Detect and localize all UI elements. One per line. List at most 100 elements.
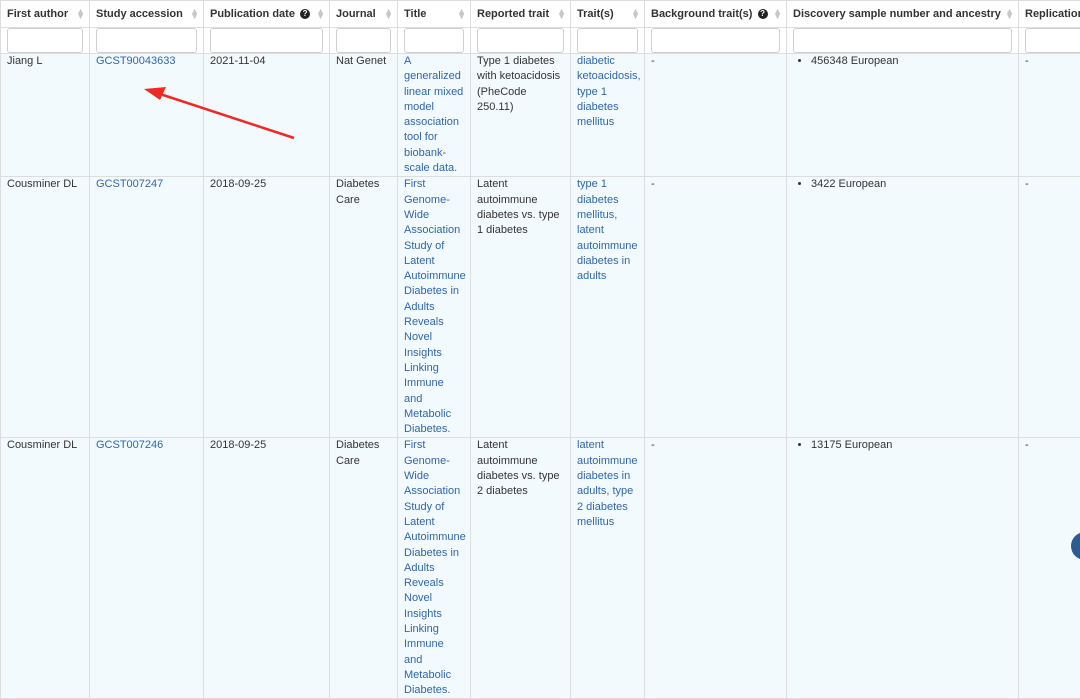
question-circle-icon[interactable]: ? xyxy=(758,9,768,19)
trait-link[interactable]: diabetic ketoacidosis, type 1 diabetes m… xyxy=(577,55,641,128)
traits-cell: type 1 diabetes mellitus, latent autoimm… xyxy=(571,177,645,438)
column-header-label: First author xyxy=(7,8,68,20)
sort-icon[interactable]: ▲▼ xyxy=(190,9,199,19)
title-cell: First Genome-Wide Association Study of L… xyxy=(398,177,471,438)
filter-cell xyxy=(1,28,90,54)
reported-trait-cell: Latent autoimmune diabetes vs. type 2 di… xyxy=(471,438,571,699)
background-traits-cell: - xyxy=(645,177,787,438)
discovery-sample-cell: 13175 European xyxy=(787,438,1019,699)
reported-trait-cell: Latent autoimmune diabetes vs. type 1 di… xyxy=(471,177,571,438)
study-accession-link[interactable]: GCST007247 xyxy=(96,178,163,190)
study-accession-link[interactable]: GCST007246 xyxy=(96,439,163,451)
publication-date-cell: 2018-09-25 xyxy=(204,438,330,699)
study-accession-cell: GCST90043633 xyxy=(90,54,204,177)
column-header-label: Discovery sample number and ancestry xyxy=(793,8,1001,20)
title-cell: First Genome-Wide Association Study of L… xyxy=(398,438,471,699)
gwas-studies-table: First author ▲▼ Study accession ▲▼ Publi… xyxy=(0,0,1080,699)
filter-cell xyxy=(204,28,330,54)
replication-cell: - xyxy=(1019,54,1080,177)
column-header-label: Journal xyxy=(336,8,376,20)
discovery-sample-list: 3422 European xyxy=(793,177,1012,192)
discovery-sample-cell: 3422 European xyxy=(787,177,1019,438)
reported-trait-cell: Type 1 diabetes with ketoacidosis (PheCo… xyxy=(471,54,571,177)
sort-icon[interactable]: ▲▼ xyxy=(384,9,393,19)
reported-trait-filter-input[interactable] xyxy=(477,28,564,53)
column-header-label: Trait(s) xyxy=(577,8,614,20)
replication-cell: - xyxy=(1019,177,1080,438)
background-traits-cell: - xyxy=(645,438,787,699)
traits-cell: latent autoimmune diabetes in adults, ty… xyxy=(571,438,645,699)
first-author-cell: Cousminer DL xyxy=(1,438,90,699)
replication-cell: - xyxy=(1019,438,1080,699)
discovery-sample-list: 456348 European xyxy=(793,54,1012,69)
study-accession-link[interactable]: GCST90043633 xyxy=(96,55,176,67)
filter-cell xyxy=(645,28,787,54)
discovery-sample-filter-input[interactable] xyxy=(793,28,1012,53)
background-traits-cell: - xyxy=(645,54,787,177)
sort-icon[interactable]: ▲▼ xyxy=(76,9,85,19)
sort-icon[interactable]: ▲▼ xyxy=(631,9,640,19)
column-header-label: Replication xyxy=(1025,8,1080,20)
trait-link[interactable]: latent autoimmune diabetes in adults, ty… xyxy=(577,439,638,527)
column-header-publication-date[interactable]: Publication date ? ▲▼ xyxy=(204,1,330,28)
filter-cell xyxy=(1019,28,1080,54)
publication-date-cell: 2018-09-25 xyxy=(204,177,330,438)
filter-row xyxy=(1,28,1080,54)
filter-cell xyxy=(398,28,471,54)
sort-icon[interactable]: ▲▼ xyxy=(316,9,325,19)
list-item: 13175 European xyxy=(811,438,1012,453)
study-accession-cell: GCST007247 xyxy=(90,177,204,438)
publication-date-cell: 2021-11-04 xyxy=(204,54,330,177)
question-circle-icon[interactable]: ? xyxy=(300,9,310,19)
column-header-label: Publication date xyxy=(210,8,295,20)
traits-cell: diabetic ketoacidosis, type 1 diabetes m… xyxy=(571,54,645,177)
column-header-background-traits[interactable]: Background trait(s) ? ▲▼ xyxy=(645,1,787,28)
list-item: 456348 European xyxy=(811,54,1012,69)
column-header-journal[interactable]: Journal ▲▼ xyxy=(330,1,398,28)
discovery-sample-cell: 456348 European xyxy=(787,54,1019,177)
sort-icon[interactable]: ▲▼ xyxy=(773,9,782,19)
column-header-replication[interactable]: Replication xyxy=(1019,1,1080,28)
trait-link[interactable]: type 1 diabetes mellitus, latent autoimm… xyxy=(577,178,638,282)
column-header-study-accession[interactable]: Study accession ▲▼ xyxy=(90,1,204,28)
table-row: Cousminer DL GCST007247 2018-09-25 Diabe… xyxy=(1,177,1080,438)
table-row: Cousminer DL GCST007246 2018-09-25 Diabe… xyxy=(1,438,1080,699)
traits-filter-input[interactable] xyxy=(577,28,638,53)
first-author-cell: Jiang L xyxy=(1,54,90,177)
filter-cell xyxy=(787,28,1019,54)
title-link[interactable]: First Genome-Wide Association Study of L… xyxy=(404,178,466,435)
study-accession-cell: GCST007246 xyxy=(90,438,204,699)
journal-cell: Diabetes Care xyxy=(330,177,398,438)
column-header-discovery-sample[interactable]: Discovery sample number and ancestry ▲▼ xyxy=(787,1,1019,28)
first-author-cell: Cousminer DL xyxy=(1,177,90,438)
filter-cell xyxy=(471,28,571,54)
publication-date-filter-input[interactable] xyxy=(210,28,323,53)
discovery-sample-list: 13175 European xyxy=(793,438,1012,453)
filter-cell xyxy=(330,28,398,54)
filter-cell xyxy=(90,28,204,54)
filter-cell xyxy=(571,28,645,54)
header-row: First author ▲▼ Study accession ▲▼ Publi… xyxy=(1,1,1080,28)
journal-cell: Nat Genet xyxy=(330,54,398,177)
replication-filter-input[interactable] xyxy=(1025,28,1080,53)
first-author-filter-input[interactable] xyxy=(7,28,83,53)
study-accession-filter-input[interactable] xyxy=(96,28,197,53)
column-header-label: Background trait(s) xyxy=(651,8,752,20)
column-header-traits[interactable]: Trait(s) ▲▼ xyxy=(571,1,645,28)
sort-icon[interactable]: ▲▼ xyxy=(457,9,466,19)
title-link[interactable]: A generalized linear mixed model associa… xyxy=(404,55,463,174)
list-item: 3422 European xyxy=(811,177,1012,192)
journal-filter-input[interactable] xyxy=(336,28,391,53)
journal-cell: Diabetes Care xyxy=(330,438,398,699)
table-row: Jiang L GCST90043633 2021-11-04 Nat Gene… xyxy=(1,54,1080,177)
column-header-label: Reported trait xyxy=(477,8,549,20)
column-header-reported-trait[interactable]: Reported trait ▲▼ xyxy=(471,1,571,28)
column-header-label: Title xyxy=(404,8,426,20)
column-header-title[interactable]: Title ▲▼ xyxy=(398,1,471,28)
title-filter-input[interactable] xyxy=(404,28,464,53)
column-header-first-author[interactable]: First author ▲▼ xyxy=(1,1,90,28)
title-cell: A generalized linear mixed model associa… xyxy=(398,54,471,177)
sort-icon[interactable]: ▲▼ xyxy=(557,9,566,19)
sort-icon[interactable]: ▲▼ xyxy=(1005,9,1014,19)
background-traits-filter-input[interactable] xyxy=(651,28,780,53)
